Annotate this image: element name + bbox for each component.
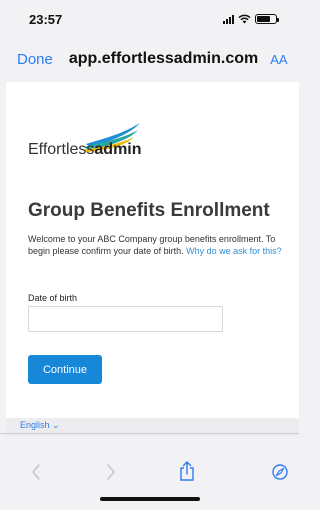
dob-input[interactable] bbox=[28, 306, 223, 332]
back-arrow-icon[interactable] bbox=[31, 464, 41, 480]
logo-text-light: Effortless bbox=[28, 141, 95, 158]
cellular-signal-icon bbox=[223, 14, 234, 24]
wifi-icon bbox=[238, 14, 251, 24]
page-title: Group Benefits Enrollment bbox=[28, 200, 270, 221]
toolbar-divider bbox=[0, 433, 299, 434]
home-indicator bbox=[100, 497, 200, 501]
logo-wordmark: Effortlessadmin bbox=[28, 141, 142, 159]
text-size-button[interactable]: AA bbox=[270, 52, 287, 67]
status-bar: 23:57 bbox=[0, 0, 299, 38]
url-text[interactable]: app.effortlessadmin.com bbox=[69, 50, 258, 68]
share-icon[interactable] bbox=[179, 461, 195, 481]
status-icons bbox=[223, 14, 279, 24]
continue-button[interactable]: Continue bbox=[28, 355, 102, 384]
logo-text-bold: admin bbox=[94, 141, 142, 158]
why-do-we-ask-link[interactable]: Why do we ask for this? bbox=[186, 246, 282, 256]
battery-icon bbox=[255, 14, 279, 24]
done-button[interactable]: Done bbox=[17, 51, 53, 68]
language-selector[interactable]: English ⌄ bbox=[20, 420, 60, 431]
dob-label: Date of birth bbox=[28, 293, 78, 303]
compass-icon[interactable] bbox=[272, 464, 288, 480]
welcome-message: Welcome to your ABC Company group benefi… bbox=[28, 233, 290, 257]
browser-address-bar: Done app.effortlessadmin.com AA bbox=[0, 38, 299, 80]
forward-arrow-icon[interactable] bbox=[106, 464, 116, 480]
clock: 23:57 bbox=[29, 11, 63, 27]
